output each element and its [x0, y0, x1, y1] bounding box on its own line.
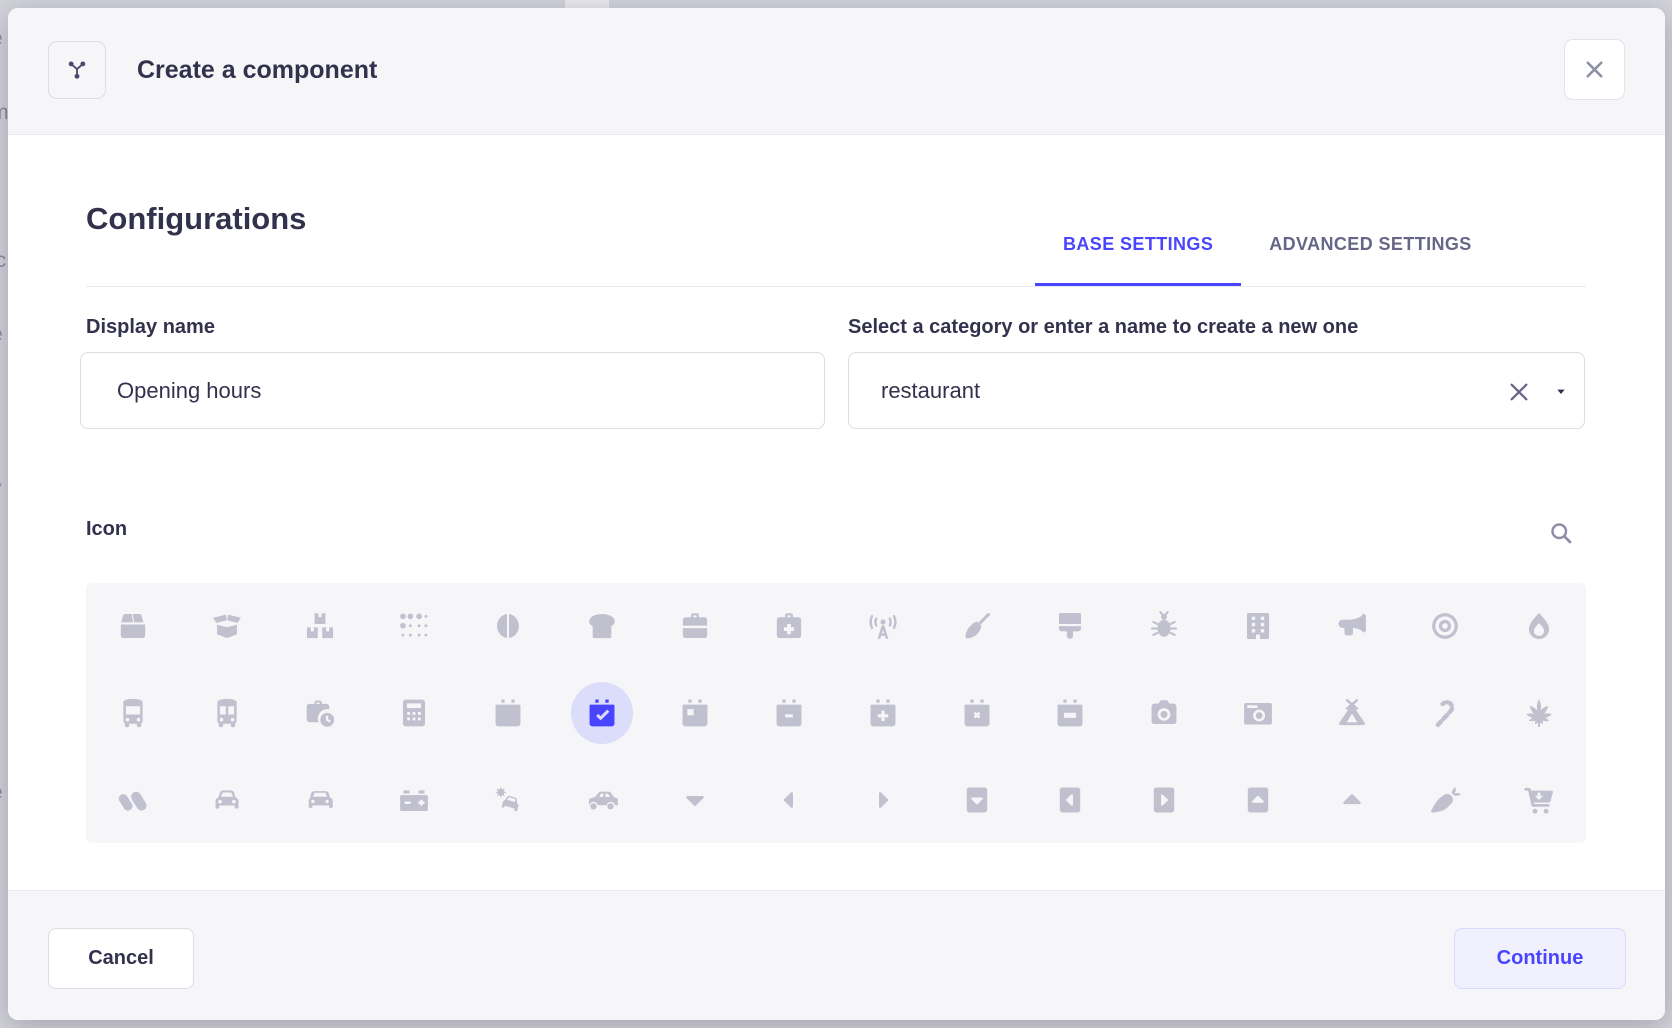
display-name-field[interactable] [80, 352, 825, 429]
calendar-week-icon[interactable] [1024, 670, 1118, 757]
caret-square-left-icon[interactable] [1024, 756, 1118, 843]
tab-advanced-settings[interactable]: ADVANCED SETTINGS [1241, 205, 1499, 287]
briefcase-icon[interactable] [649, 583, 743, 670]
brain-icon[interactable] [461, 583, 555, 670]
modal-header: Create a component [8, 8, 1665, 135]
briefcase-medical-icon[interactable] [742, 583, 836, 670]
calendar-plus-icon[interactable] [836, 670, 930, 757]
cannabis-icon[interactable] [1492, 670, 1586, 757]
calendar-minus-icon[interactable] [742, 670, 836, 757]
caret-square-up-icon[interactable] [1211, 756, 1305, 843]
boxes-icon[interactable] [274, 583, 368, 670]
background-page-edge [565, 0, 609, 8]
broadcast-tower-icon[interactable] [836, 583, 930, 670]
bullhorn-icon[interactable] [1305, 583, 1399, 670]
calendar-times-icon[interactable] [930, 670, 1024, 757]
bus-icon[interactable] [86, 670, 180, 757]
car-alt-icon[interactable] [274, 756, 368, 843]
candy-cane-icon[interactable] [1399, 670, 1493, 757]
cart-arrow-down-icon[interactable] [1492, 756, 1586, 843]
caret-down-icon[interactable] [649, 756, 743, 843]
bus-alt-icon[interactable] [180, 670, 274, 757]
search-icon[interactable] [1546, 518, 1576, 548]
close-icon[interactable] [1564, 39, 1625, 100]
clear-icon[interactable] [1503, 376, 1535, 408]
calendar-icon[interactable] [461, 670, 555, 757]
clipped-letter: ic [0, 250, 6, 271]
tab-base-settings[interactable]: BASE SETTINGS [1035, 205, 1241, 287]
car-battery-icon[interactable] [367, 756, 461, 843]
business-time-icon[interactable] [274, 670, 368, 757]
clipped-letter: m [0, 102, 8, 123]
display-name-label: Display name [86, 316, 215, 339]
broom-icon[interactable] [930, 583, 1024, 670]
box-open-icon[interactable] [180, 583, 274, 670]
icon-picker-panel [86, 583, 1586, 843]
icon-picker-label: Icon [86, 518, 127, 541]
component-icon [48, 41, 106, 99]
continue-button[interactable]: Continue [1454, 928, 1626, 989]
category-value: restaurant [881, 378, 980, 404]
modal-title: Create a component [137, 56, 377, 85]
camera-icon[interactable] [1117, 670, 1211, 757]
car-icon[interactable] [180, 756, 274, 843]
cancel-button[interactable]: Cancel [48, 928, 194, 989]
section-divider [86, 286, 1586, 287]
caret-right-icon[interactable] [836, 756, 930, 843]
calendar-day-icon[interactable] [649, 670, 743, 757]
chevron-down-icon[interactable] [1553, 384, 1569, 400]
campground-icon[interactable] [1305, 670, 1399, 757]
camera-retro-icon[interactable] [1211, 670, 1305, 757]
page-title: Configurations [86, 201, 306, 237]
braille-icon[interactable] [367, 583, 461, 670]
capsules-icon[interactable] [86, 756, 180, 843]
caret-square-right-icon[interactable] [1117, 756, 1211, 843]
caret-up-icon[interactable] [1305, 756, 1399, 843]
icon-grid [86, 583, 1586, 843]
burn-icon[interactable] [1492, 583, 1586, 670]
bullseye-icon[interactable] [1399, 583, 1493, 670]
caret-square-down-icon[interactable] [930, 756, 1024, 843]
create-component-modal: Create a component Configurations BASE S… [8, 8, 1665, 1020]
bug-icon[interactable] [1117, 583, 1211, 670]
box-icon[interactable] [86, 583, 180, 670]
car-side-icon[interactable] [555, 756, 649, 843]
calculator-icon[interactable] [367, 670, 461, 757]
clipped-letter: e [0, 324, 3, 345]
brush-icon[interactable] [1024, 583, 1118, 670]
building-icon[interactable] [1211, 583, 1305, 670]
calendar-check-icon[interactable] [555, 670, 649, 757]
clipped-letter: y [0, 478, 2, 499]
caret-left-icon[interactable] [742, 756, 836, 843]
settings-tabs: BASE SETTINGS ADVANCED SETTINGS [1035, 205, 1500, 287]
bread-slice-icon[interactable] [555, 583, 649, 670]
category-select[interactable]: restaurant [848, 352, 1585, 429]
modal-footer: Cancel Continue [8, 890, 1665, 1020]
car-crash-icon[interactable] [461, 756, 555, 843]
category-label: Select a category or enter a name to cre… [848, 316, 1358, 339]
clipped-letter: e [0, 28, 3, 49]
clipped-letter: e [0, 782, 3, 803]
carrot-icon[interactable] [1399, 756, 1493, 843]
background-page-text: emticeytie [0, 0, 8, 1028]
